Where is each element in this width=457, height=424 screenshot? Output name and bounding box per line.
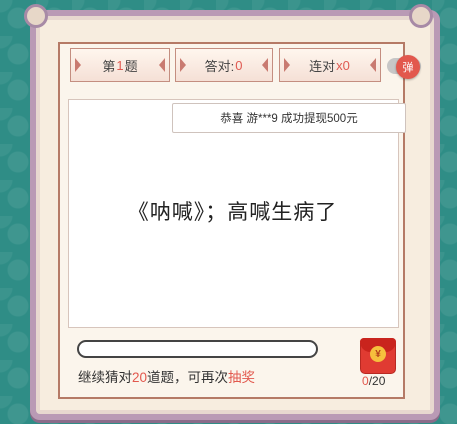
question-number: 1 (116, 57, 124, 73)
coin-icon: ¥ (370, 346, 386, 362)
streak-count: x0 (336, 57, 350, 73)
frame-ornament-right (409, 4, 433, 28)
hint-middle: 道题，可再次 (147, 370, 229, 385)
question-prefix: 第 (102, 58, 116, 74)
hint-action[interactable]: 抽奖 (228, 370, 255, 385)
barrage-toggle-knob[interactable]: 弹 (396, 55, 420, 79)
streak-label: 连对 (309, 58, 336, 74)
hint-count: 20 (132, 370, 148, 385)
streak-tab: 连对 x0 (279, 48, 381, 82)
correct-label: 答对: (204, 58, 235, 74)
gift-total: /20 (368, 374, 386, 388)
question-text: 《呐喊》；高喊生病了 (127, 201, 338, 224)
hint-prefix: 继续猜对 (78, 370, 132, 385)
question-suffix: 题 (124, 58, 138, 74)
lottery-hint: 继续猜对20道题，可再次抽奖 (78, 366, 255, 386)
progress-bar (77, 340, 318, 358)
lottery-progress-count: 0/20 (362, 374, 385, 388)
correct-count: 0 (235, 57, 243, 73)
frame-ornament-left (24, 4, 48, 28)
winner-marquee: 恭喜 游***9 成功提现500元 (172, 103, 406, 133)
question-number-tab: 第1题 (70, 48, 170, 82)
gift-current: 0 (362, 374, 369, 388)
correct-count-tab: 答对: 0 (175, 48, 273, 82)
